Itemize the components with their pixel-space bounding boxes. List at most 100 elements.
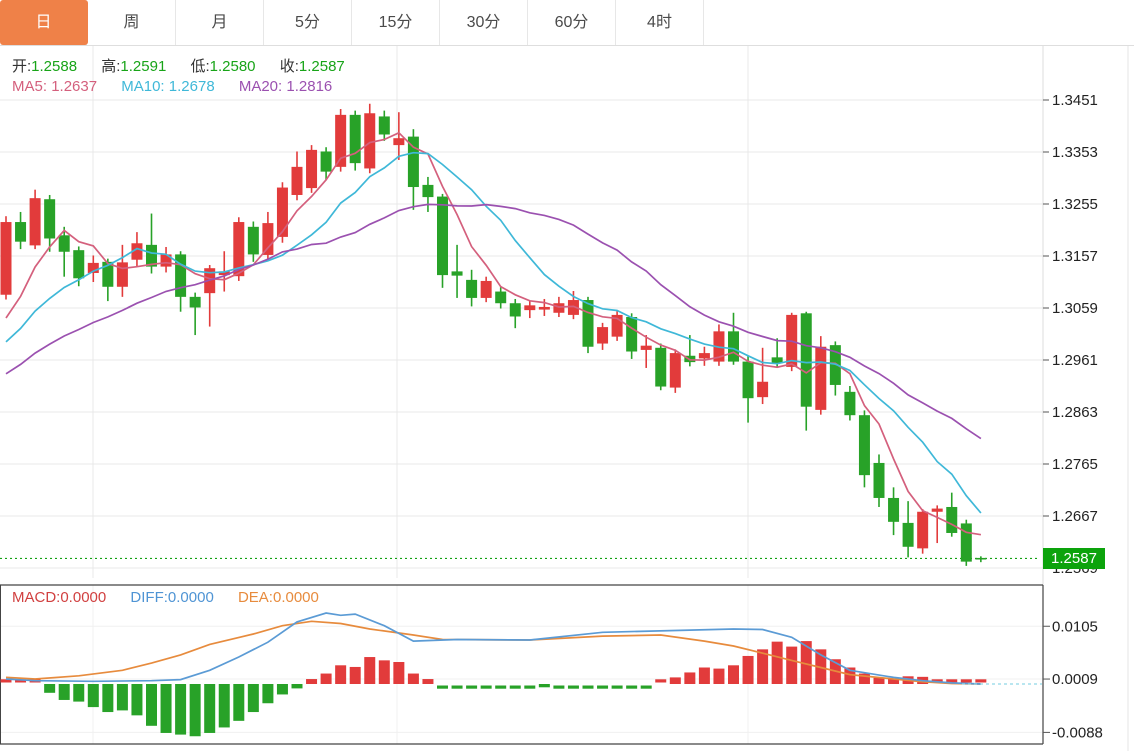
macd-bar (306, 679, 317, 684)
candle-body (655, 348, 666, 387)
macd-bar (466, 686, 477, 689)
candle-body (801, 313, 812, 406)
macd-bar (772, 642, 783, 684)
macd-bar (422, 679, 433, 684)
macd-bar (524, 686, 535, 689)
macd-bar (321, 674, 332, 684)
candle-body (859, 415, 870, 475)
candle-body (961, 523, 972, 561)
macd-bar (641, 686, 652, 689)
price-tick-label: 1.3451 (1052, 92, 1098, 109)
candle-body (626, 317, 637, 351)
candle-body (597, 327, 608, 343)
macd-bar (350, 667, 361, 684)
macd-tick-label: 0.0105 (1052, 618, 1098, 635)
macd-bar (379, 660, 390, 684)
macd-bar (161, 684, 172, 733)
candle-body (422, 185, 433, 197)
candle-body (466, 280, 477, 298)
macd-bar (219, 684, 230, 727)
macd-tick-label: 0.0009 (1052, 671, 1098, 688)
price-tick-label: 1.2667 (1052, 508, 1098, 525)
candle-body (917, 512, 928, 549)
candle-body (932, 509, 943, 512)
price-tick-label: 1.2863 (1052, 404, 1098, 421)
candle-body (874, 463, 885, 498)
candle-body (73, 250, 84, 278)
tab-day[interactable]: 日 (0, 0, 88, 45)
ma5-line (6, 133, 981, 535)
tab-5min[interactable]: 5分 (264, 0, 352, 45)
macd-bar (553, 686, 564, 689)
candle-body (510, 303, 521, 316)
price-tick-label: 1.2961 (1052, 352, 1098, 369)
macd-bar (408, 674, 419, 684)
kline-app: 日 周 月 5分 15分 30分 60分 4时 开:1.2588 高:1.259… (0, 0, 1134, 751)
macd-bar (961, 679, 972, 682)
candle-body (844, 392, 855, 415)
macd-bar (117, 684, 128, 710)
candle-body (452, 271, 463, 275)
macd-bar (597, 686, 608, 689)
candle-body (975, 558, 986, 560)
price-tick-label: 1.3157 (1052, 248, 1098, 265)
chart-canvas[interactable]: 1.34511.33531.32551.31571.30591.29611.28… (0, 0, 1134, 751)
tab-4hour[interactable]: 4时 (616, 0, 704, 45)
candle-body (59, 235, 70, 251)
candle-body (262, 223, 273, 255)
candle-body (44, 199, 55, 238)
macd-bar (699, 668, 710, 685)
candle-body (437, 197, 448, 276)
macd-bar (728, 665, 739, 684)
candlestick-layer (1, 104, 987, 566)
macd-bar (277, 684, 288, 694)
candle-body (248, 227, 259, 255)
candle-body (277, 188, 288, 237)
macd-bar (655, 679, 666, 682)
candle-body (946, 507, 957, 533)
macd-bar (510, 686, 521, 689)
macd-bar (670, 677, 681, 684)
candle-body (583, 300, 594, 347)
macd-bar (175, 684, 186, 735)
candle-body (888, 498, 899, 522)
candle-body (699, 353, 710, 358)
price-tick-label: 1.3353 (1052, 144, 1098, 161)
price-tick-label: 1.3059 (1052, 300, 1098, 317)
macd-bar (975, 679, 986, 682)
macd-bar (292, 684, 303, 688)
macd-bar (102, 684, 113, 712)
candle-body (743, 362, 754, 399)
macd-bar (481, 686, 492, 689)
macd-bar (626, 686, 637, 689)
macd-bar (612, 686, 623, 689)
candle-body (539, 307, 550, 310)
macd-bar (73, 684, 84, 702)
macd-bar (248, 684, 259, 712)
macd-bar (874, 678, 885, 684)
macd-bar (88, 684, 99, 707)
candle-body (641, 346, 652, 350)
macd-bar (204, 684, 215, 733)
tab-60min[interactable]: 60分 (528, 0, 616, 45)
macd-bar (44, 684, 55, 693)
macd-axis-labels: 0.01050.0009-0.0088 (1043, 618, 1103, 741)
tab-month[interactable]: 月 (176, 0, 264, 45)
candle-body (757, 382, 768, 397)
candle-body (393, 138, 404, 145)
candle-body (292, 167, 303, 195)
candle-body (379, 116, 390, 134)
macd-bar (393, 662, 404, 684)
macd-bar (713, 669, 724, 684)
tab-30min[interactable]: 30分 (440, 0, 528, 45)
candle-body (364, 113, 375, 168)
macd-bar (539, 684, 550, 687)
tab-15min[interactable]: 15分 (352, 0, 440, 45)
candle-body (306, 150, 317, 188)
macd-bar (495, 686, 506, 689)
macd-bar (190, 684, 201, 736)
candle-body (1, 222, 12, 295)
macd-bar (743, 656, 754, 684)
tab-week[interactable]: 周 (88, 0, 176, 45)
candle-body (553, 303, 564, 313)
